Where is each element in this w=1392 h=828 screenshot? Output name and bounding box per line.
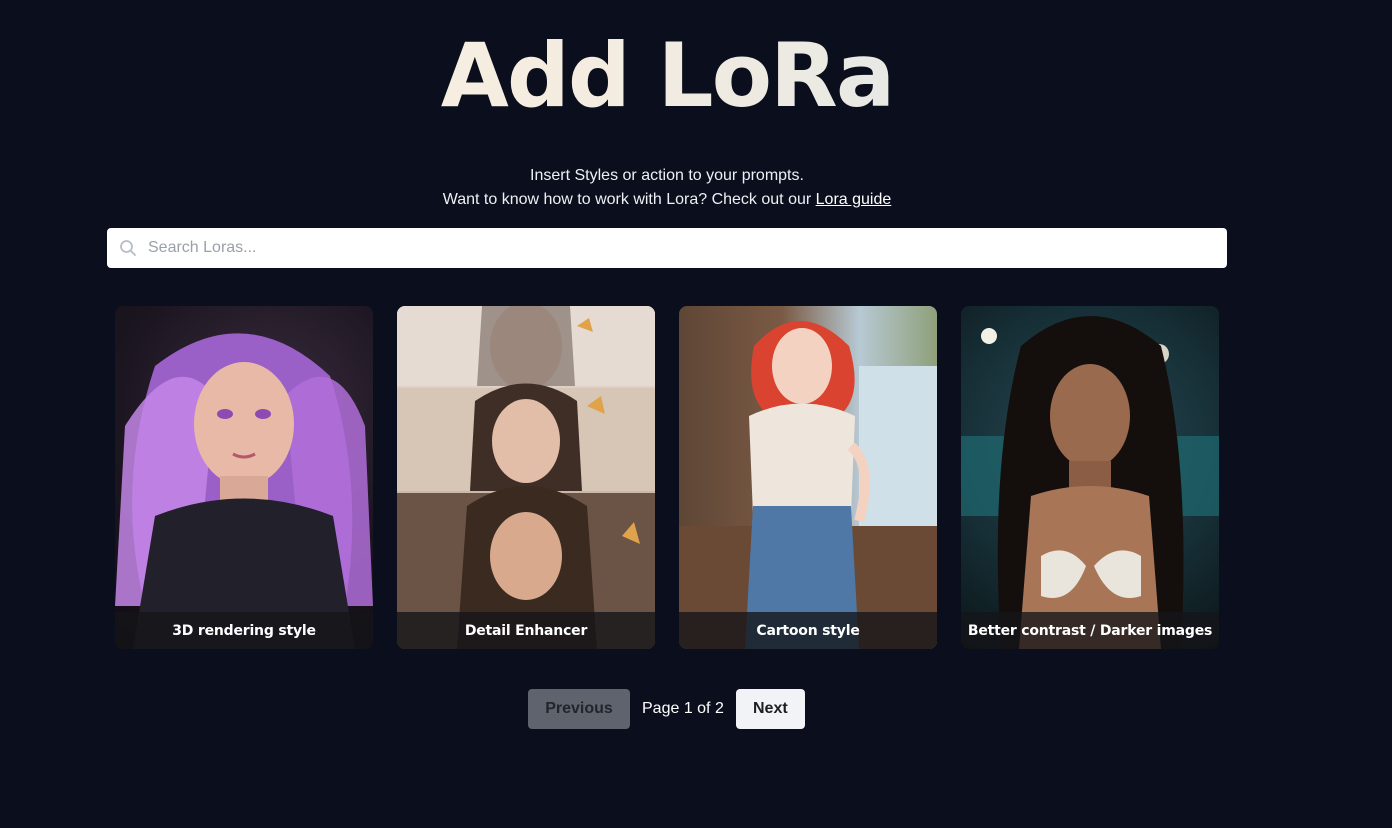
subtitle-line-1: Insert Styles or action to your prompts. xyxy=(530,167,804,184)
lora-page: Add LoRa Insert Styles or action to your… xyxy=(0,0,1392,828)
lora-preview-image xyxy=(397,306,655,649)
lora-preview-image xyxy=(961,306,1219,649)
previous-button[interactable]: Previous xyxy=(528,689,630,729)
lora-preview-image xyxy=(679,306,937,649)
pagination: Previous Page 1 of 2 Next xyxy=(528,689,805,729)
lora-card-detail-enhancer[interactable]: Detail Enhancer xyxy=(397,306,655,649)
search-input[interactable] xyxy=(107,228,1227,268)
page-title: Add LoRa xyxy=(0,26,1334,126)
page-subtitle: Insert Styles or action to your prompts.… xyxy=(0,164,1334,212)
subtitle-line-2-text: Want to know how to work with Lora? Chec… xyxy=(442,191,816,208)
lora-card-cartoon-style[interactable]: Cartoon style xyxy=(679,306,937,649)
lora-card-grid: 3D rendering style Detail Enhancer Carto… xyxy=(115,306,1219,649)
lora-card-label: 3D rendering style xyxy=(115,612,373,649)
lora-guide-link[interactable]: Lora guide xyxy=(816,191,892,208)
search-bar[interactable] xyxy=(107,228,1227,268)
page-indicator: Page 1 of 2 xyxy=(642,700,724,717)
lora-card-label: Cartoon style xyxy=(679,612,937,649)
lora-card-better-contrast[interactable]: Better contrast / Darker images xyxy=(961,306,1219,649)
lora-card-label: Better contrast / Darker images xyxy=(961,612,1219,649)
lora-card-3d-rendering[interactable]: 3D rendering style xyxy=(115,306,373,649)
search-icon xyxy=(119,239,137,257)
next-button[interactable]: Next xyxy=(735,689,805,729)
lora-card-label: Detail Enhancer xyxy=(397,612,655,649)
lora-preview-image xyxy=(115,306,373,649)
subtitle-line-2: Want to know how to work with Lora? Chec… xyxy=(0,188,1334,212)
